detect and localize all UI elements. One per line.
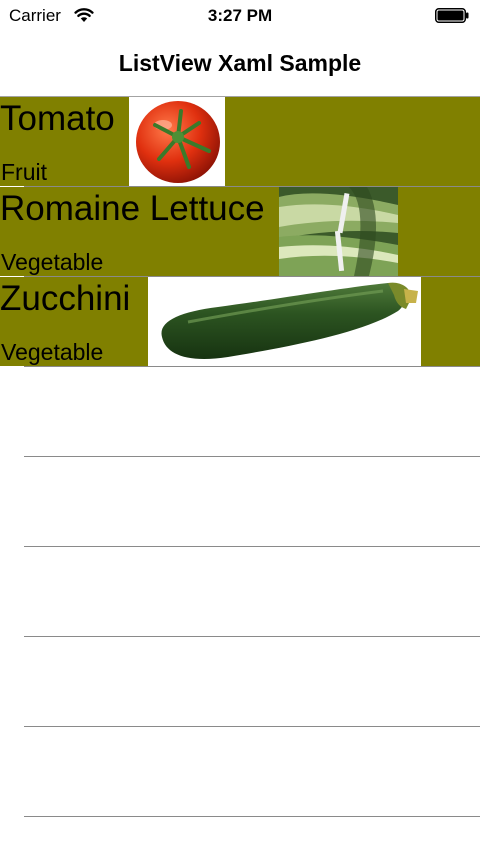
item-name: Romaine Lettuce bbox=[0, 189, 265, 228]
item-name: Zucchini bbox=[0, 279, 131, 318]
row-separator bbox=[24, 636, 480, 637]
clock: 3:27 PM bbox=[207, 6, 273, 25]
page-title: ListView Xaml Sample bbox=[118, 50, 362, 76]
row-separator bbox=[24, 726, 480, 727]
item-type: Fruit bbox=[1, 159, 47, 185]
item-type: Vegetable bbox=[1, 249, 104, 275]
tomato-image bbox=[129, 97, 225, 186]
list-item[interactable]: Zucchini Vegetable bbox=[0, 277, 480, 366]
zucchini-image bbox=[148, 277, 421, 366]
battery-icon bbox=[435, 8, 469, 23]
item-type: Vegetable bbox=[1, 339, 104, 365]
item-name: Tomato bbox=[0, 99, 115, 138]
row-separator bbox=[24, 186, 480, 187]
row-separator bbox=[24, 456, 480, 457]
row-separator bbox=[24, 366, 480, 367]
row-separator bbox=[24, 546, 480, 547]
list-item[interactable]: Romaine Lettuce Vegetable bbox=[0, 187, 480, 276]
romaine-lettuce-image bbox=[279, 187, 398, 276]
list-item[interactable]: Tomato Fruit bbox=[0, 97, 480, 186]
row-separator bbox=[24, 276, 480, 277]
status-bar: Carrier 3:27 PM bbox=[0, 0, 480, 32]
row-separator bbox=[24, 816, 480, 817]
